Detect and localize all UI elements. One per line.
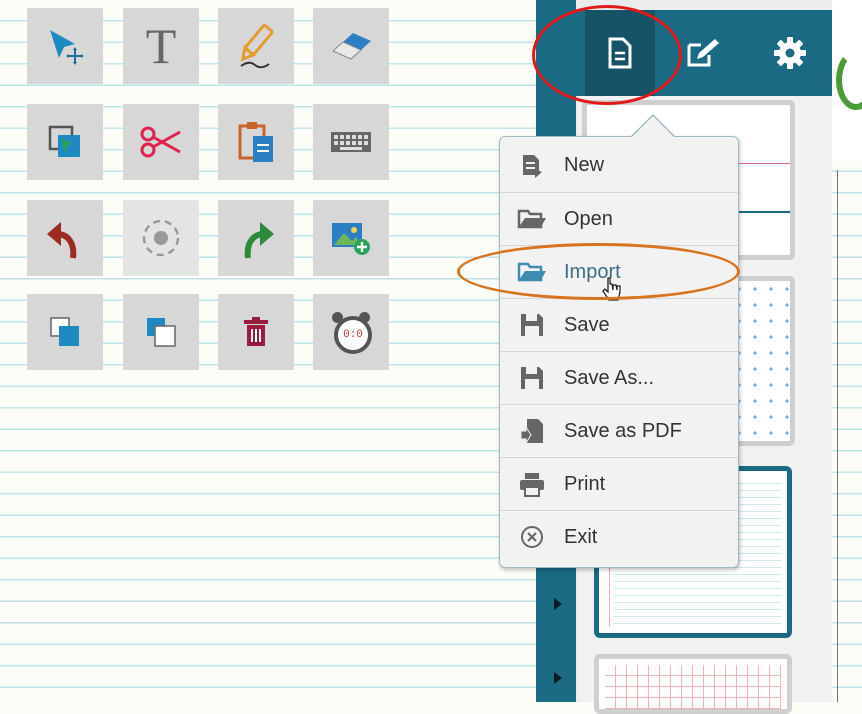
pencil-icon — [240, 24, 274, 69]
expand-arrow-icon[interactable] — [554, 672, 562, 684]
send-to-back-tool-button[interactable] — [123, 294, 199, 370]
keyboard-icon — [331, 132, 371, 152]
divider — [837, 170, 838, 702]
alarm-clock-icon: 0:0 — [329, 310, 373, 354]
undo-icon — [47, 222, 77, 259]
text-tool-button[interactable]: T — [123, 8, 199, 84]
select-arrow-icon — [50, 30, 84, 65]
new-document-icon — [500, 153, 564, 179]
folder-open-icon — [500, 208, 564, 230]
save-as-icon — [500, 365, 564, 391]
select-tool-button[interactable] — [27, 8, 103, 84]
timer-tool-button[interactable]: 0:0 — [313, 294, 389, 370]
expand-arrow-icon[interactable] — [554, 598, 562, 610]
insert-image-icon — [332, 223, 370, 255]
edit-icon — [687, 39, 719, 67]
menu-item-label: Save As... — [564, 366, 655, 389]
scissors-icon — [140, 126, 181, 158]
bring-to-front-icon — [50, 317, 79, 346]
menu-item-label: Save as PDF — [564, 419, 682, 442]
menu-item-print[interactable]: Print — [500, 457, 738, 510]
delete-tool-button[interactable] — [218, 294, 294, 370]
paste-icon — [238, 122, 273, 162]
spotlight-icon — [142, 219, 180, 257]
page-thumbnail[interactable] — [594, 654, 792, 714]
timer-readout: 0:0 — [343, 329, 363, 341]
menu-item-label: Open — [564, 207, 613, 230]
save-pdf-icon — [500, 417, 564, 445]
menu-item-new[interactable]: New — [500, 139, 738, 192]
exit-icon — [500, 525, 564, 549]
settings-tab[interactable] — [760, 10, 820, 96]
gear-icon — [774, 37, 806, 69]
menu-item-save-as[interactable]: Save As... — [500, 351, 738, 404]
file-menu: New Open Import Save Save As... Save as … — [499, 136, 739, 568]
bring-to-front-tool-button[interactable] — [27, 294, 103, 370]
menu-item-label: Exit — [564, 525, 598, 548]
menu-caret-fill — [632, 116, 674, 137]
highlight-annotation-import — [457, 243, 740, 300]
trash-icon — [244, 317, 268, 346]
screen-capture-icon — [48, 125, 80, 157]
menu-item-save[interactable]: Save — [500, 298, 738, 351]
menu-item-open[interactable]: Open — [500, 192, 738, 245]
insert-image-tool-button[interactable] — [313, 200, 389, 276]
keyboard-tool-button[interactable] — [313, 104, 389, 180]
redo-tool-button[interactable] — [218, 200, 294, 276]
menu-item-save-as-pdf[interactable]: Save as PDF — [500, 404, 738, 457]
pen-tool-button[interactable] — [218, 8, 294, 84]
redo-icon — [244, 222, 274, 259]
menu-item-label: Save — [564, 313, 610, 336]
eraser-tool-button[interactable] — [313, 8, 389, 84]
printer-icon — [500, 471, 564, 497]
cut-tool-button[interactable] — [123, 104, 199, 180]
send-to-back-icon — [147, 318, 176, 347]
screen-capture-tool-button[interactable] — [27, 104, 103, 180]
paste-tool-button[interactable] — [218, 104, 294, 180]
menu-item-label: Print — [564, 472, 606, 495]
highlight-annotation-file-tab — [532, 5, 682, 105]
eraser-icon — [332, 33, 371, 60]
menu-item-label: New — [564, 154, 605, 176]
text-icon: T — [145, 18, 177, 74]
menu-item-exit[interactable]: Exit — [500, 510, 738, 563]
undo-tool-button[interactable] — [27, 200, 103, 276]
spotlight-tool-button[interactable] — [123, 200, 199, 276]
save-icon — [500, 312, 564, 338]
